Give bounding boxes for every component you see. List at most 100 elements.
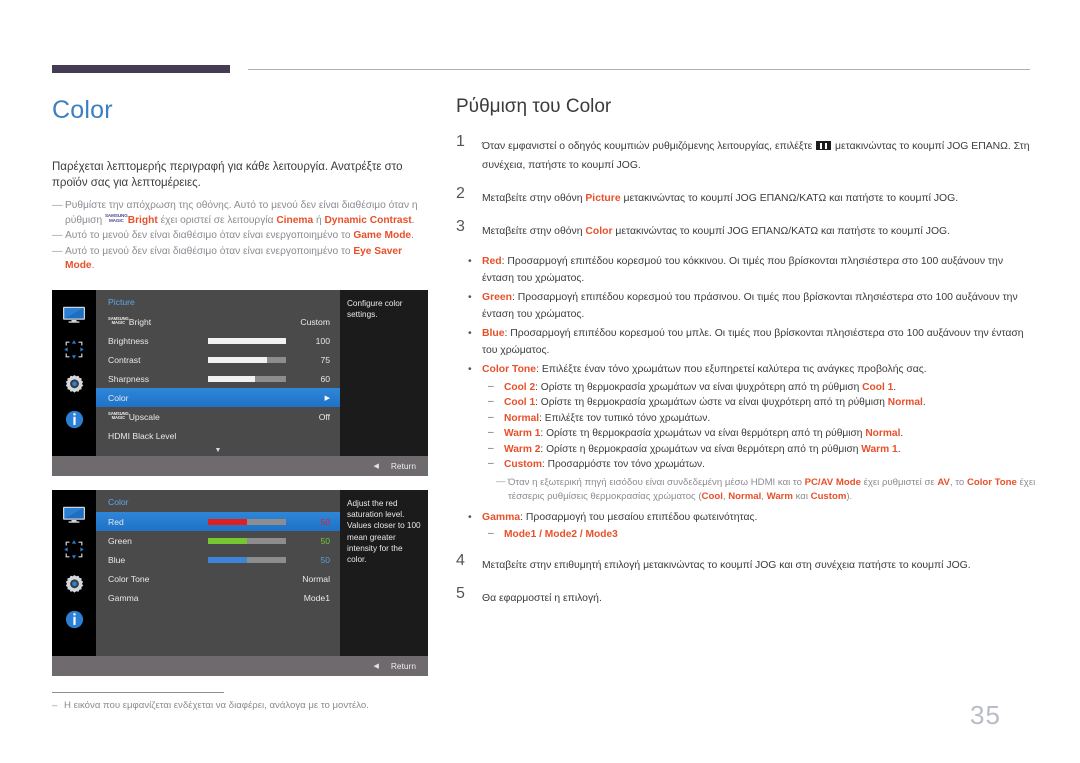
- note-p7: και: [792, 490, 811, 502]
- note-text-pre: Αυτό το μενού δεν είναι διαθέσιμο όταν ε…: [65, 230, 354, 241]
- sub-custom: – Custom: Προσαρμόστε τον τόνο χρωμάτων.: [482, 457, 1036, 473]
- note-hl-cinema: Cinema: [276, 214, 314, 226]
- blue-slider[interactable]: [208, 556, 286, 563]
- bullet-red: • Red: Προσαρμογή επιπέδου κορεσμού του κ…: [456, 254, 1036, 287]
- osd-description-panel: Adjust the red saturation level. Values …: [340, 490, 428, 656]
- sub-text: : Προσαρμόστε τον τόνο χρωμάτων.: [541, 459, 705, 470]
- gear-icon[interactable]: [61, 573, 87, 595]
- osd-row-gamma[interactable]: Gamma Mode1: [96, 588, 340, 607]
- info-icon[interactable]: [61, 608, 87, 630]
- osd-row-value: 60: [320, 373, 330, 384]
- sub-text: : Ορίστε η θερμοκρασία χρωμάτων να είναι…: [540, 443, 862, 455]
- sub-cool-1: – Cool 1: Ορίστε τη θερμοκρασία χρωμάτων …: [482, 395, 1036, 411]
- osd-row-contrast[interactable]: Contrast 75: [96, 350, 340, 369]
- bullet-dot: •: [468, 292, 472, 303]
- step-text: Θα εφαρμοστεί η επιλογή.: [482, 592, 602, 604]
- footnote-dash: –: [52, 700, 58, 711]
- osd-row-value: 50: [320, 554, 330, 565]
- osd-row-label: Blue: [108, 554, 126, 565]
- osd-screenshot-picture: Picture SAMSUNG MAGIC Bright Custom Bright…: [52, 290, 428, 476]
- return-arrow-icon[interactable]: ◀: [373, 462, 378, 470]
- osd-row-value: Custom: [300, 316, 330, 327]
- magic-line-2: MAGIC: [111, 320, 126, 326]
- return-label[interactable]: Return: [391, 661, 416, 671]
- info-icon[interactable]: [61, 408, 87, 430]
- bullet-green: • Green: Προσαρμογή επιπέδου κορεσμού του…: [456, 290, 1036, 323]
- bullet-term: Color Tone: [482, 364, 537, 375]
- magic-stack: SAMSUNG MAGIC: [105, 213, 128, 223]
- header-tab-bar: [52, 65, 230, 73]
- contrast-slider[interactable]: [208, 356, 286, 363]
- sub-term: Custom: [504, 459, 542, 470]
- bullet-blue: • Blue: Προσαρμογή επιπέδου κορεσμού του …: [456, 326, 1036, 359]
- gear-icon[interactable]: [61, 373, 87, 395]
- sub-text: : Επιλέξτε τον τυπικό τόνο χρωμάτων.: [539, 412, 711, 424]
- manual-page: Color Παρέχεται λεπτομερής περιγραφή για…: [0, 0, 1080, 763]
- osd-row-magicupscale[interactable]: SAMSUNG MAGIC Upscale Off: [96, 407, 340, 426]
- bullet-term: Blue: [482, 328, 505, 339]
- sub-dash: –: [488, 427, 494, 438]
- dpad-icon[interactable]: [61, 338, 87, 360]
- sub-cool-2: – Cool 2: Ορίστε τη θερμοκρασία χρωμάτων …: [482, 380, 1036, 396]
- osd-row-brightness[interactable]: Brightness 100: [96, 331, 340, 350]
- note-item: — Αυτό το μενού δεν είναι διαθέσιμο όταν …: [52, 245, 432, 274]
- bullet-term: Gamma: [482, 511, 521, 523]
- osd-row-red-selected[interactable]: Red 50: [96, 512, 340, 531]
- step-number: 2: [456, 185, 465, 202]
- osd-row-color-selected[interactable]: Color ▶: [96, 388, 340, 407]
- osd-row-value: 75: [320, 354, 330, 365]
- red-slider[interactable]: [208, 518, 286, 525]
- bullet-term: Red: [482, 256, 502, 267]
- sub-ref: Warm 1: [861, 443, 898, 455]
- step-text: Μεταβείτε στην επιθυμητή επιλογή μετακιν…: [482, 559, 971, 571]
- brightness-slider[interactable]: [208, 337, 286, 344]
- gamma-sep-2: /: [577, 529, 586, 540]
- osd-row-label: SAMSUNG MAGIC Upscale: [108, 411, 160, 422]
- osd-row-label-text: Bright: [128, 316, 152, 327]
- osd-row-label: Color Tone: [108, 573, 150, 584]
- osd-row-magicbright[interactable]: SAMSUNG MAGIC Bright Custom: [96, 312, 340, 331]
- step-text-pre: Μεταβείτε στην οθόνη: [482, 226, 586, 237]
- subnote-dash: —: [496, 475, 506, 487]
- return-arrow-icon[interactable]: ◀: [373, 662, 378, 670]
- step-number: 3: [456, 218, 465, 235]
- bullet-text: : Προσαρμογή επιπέδου κορεσμού του μπλε.…: [482, 328, 1024, 356]
- osd-menu-panel: Picture SAMSUNG MAGIC Bright Custom Bright…: [96, 290, 340, 456]
- osd-row-label: Green: [108, 535, 132, 546]
- step-text: Όταν εμφανιστεί ο οδηγός κουμπιών ρυθμιζ…: [482, 141, 1029, 171]
- note-p3: , το: [949, 476, 967, 488]
- dpad-icon[interactable]: [61, 538, 87, 560]
- osd-menu-rows: Red 50 Green 50 Blue 50 Color Tone Norma…: [96, 512, 340, 607]
- note-dash: —: [52, 229, 63, 241]
- sub-text: : Ορίστε τη θερμοκρασία χρωμάτων ώστε να…: [535, 397, 888, 408]
- magicbright-logo: SAMSUNG MAGIC: [105, 213, 128, 229]
- sub-dash: –: [488, 411, 494, 423]
- note-p1: Όταν η εξωτερική πηγή εισόδου είναι συνδ…: [508, 476, 805, 488]
- color-tone-sublist: – Cool 2: Ορίστε τη θερμοκρασία χρωμάτων …: [482, 380, 1036, 473]
- bullet-dot: •: [468, 364, 472, 375]
- osd-row-green[interactable]: Green 50: [96, 531, 340, 550]
- osd-row-value: 50: [320, 516, 330, 527]
- bullet-gamma: • Gamma: Προσαρμογή του μεσαίου επιπέδου …: [456, 510, 1036, 543]
- monitor-icon[interactable]: [61, 303, 87, 325]
- osd-row-hdmi-black-level[interactable]: HDMI Black Level: [96, 426, 340, 445]
- osd-row-label: Contrast: [108, 354, 141, 365]
- osd-row-label-text: Upscale: [128, 411, 160, 422]
- sub-text: : Ορίστε τη θερμοκρασία χρωμάτων να είνα…: [540, 428, 866, 439]
- scroll-down-icon[interactable]: ▼: [215, 447, 222, 454]
- step-number: 5: [456, 584, 465, 602]
- osd-row-value: 50: [320, 535, 330, 546]
- monitor-icon[interactable]: [61, 503, 87, 525]
- osd-row-blue[interactable]: Blue 50: [96, 550, 340, 569]
- osd-row-sharpness[interactable]: Sharpness 60: [96, 369, 340, 388]
- gamma-mode-2: Mode2: [544, 529, 578, 540]
- sub-term: Warm 1: [504, 428, 541, 439]
- sharpness-slider[interactable]: [208, 375, 286, 382]
- left-column: Color Παρέχεται λεπτομερής περιγραφή για…: [52, 96, 432, 275]
- note-magic-suffix: Bright: [127, 214, 158, 226]
- return-label[interactable]: Return: [391, 461, 416, 471]
- green-slider[interactable]: [208, 537, 286, 544]
- option-list: • Red: Προσαρμογή επιπέδου κορεσμού του κ…: [456, 254, 1036, 543]
- note-text-post: .: [411, 230, 414, 241]
- osd-row-color-tone[interactable]: Color Tone Normal: [96, 569, 340, 588]
